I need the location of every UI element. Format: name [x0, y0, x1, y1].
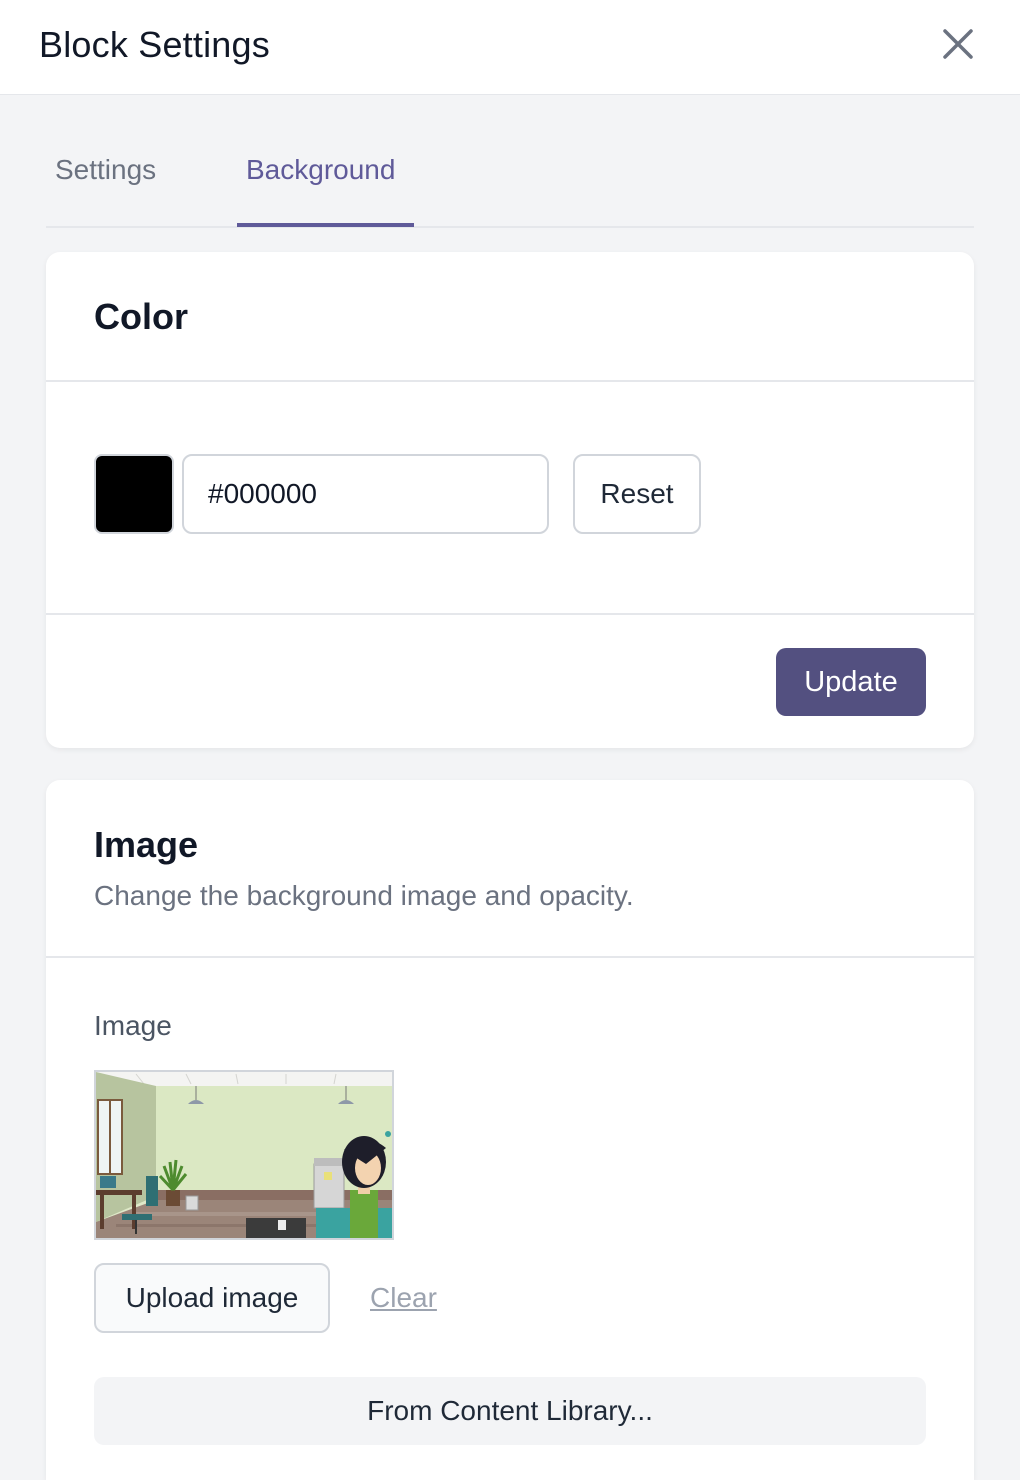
active-tab-indicator — [237, 223, 414, 227]
dialog-header: Block Settings — [0, 0, 1020, 95]
tab-settings[interactable]: Settings — [55, 154, 156, 186]
image-card: Image Change the background image and op… — [46, 780, 974, 1480]
update-button[interactable]: Update — [776, 648, 926, 716]
color-card: Color Reset Update — [46, 252, 974, 748]
divider — [46, 956, 974, 958]
color-swatch[interactable] — [94, 454, 174, 534]
reset-button[interactable]: Reset — [573, 454, 701, 534]
clear-image-link[interactable]: Clear — [370, 1282, 437, 1314]
background-image-thumbnail — [94, 1070, 394, 1240]
divider — [46, 380, 974, 382]
divider — [46, 613, 974, 615]
close-icon[interactable] — [936, 22, 980, 66]
image-card-title: Image — [94, 824, 199, 865]
image-card-subtitle: Change the background image and opacity. — [94, 880, 634, 911]
image-field-label: Image — [94, 1010, 172, 1041]
dialog-title: Block Settings — [39, 24, 270, 65]
tab-bar: Settings Background — [46, 96, 974, 228]
upload-image-button[interactable]: Upload image — [94, 1263, 330, 1333]
color-card-title: Color — [94, 296, 188, 337]
tab-background[interactable]: Background — [246, 154, 395, 186]
content-library-button[interactable]: From Content Library... — [94, 1377, 926, 1445]
hex-color-input[interactable] — [182, 454, 549, 534]
